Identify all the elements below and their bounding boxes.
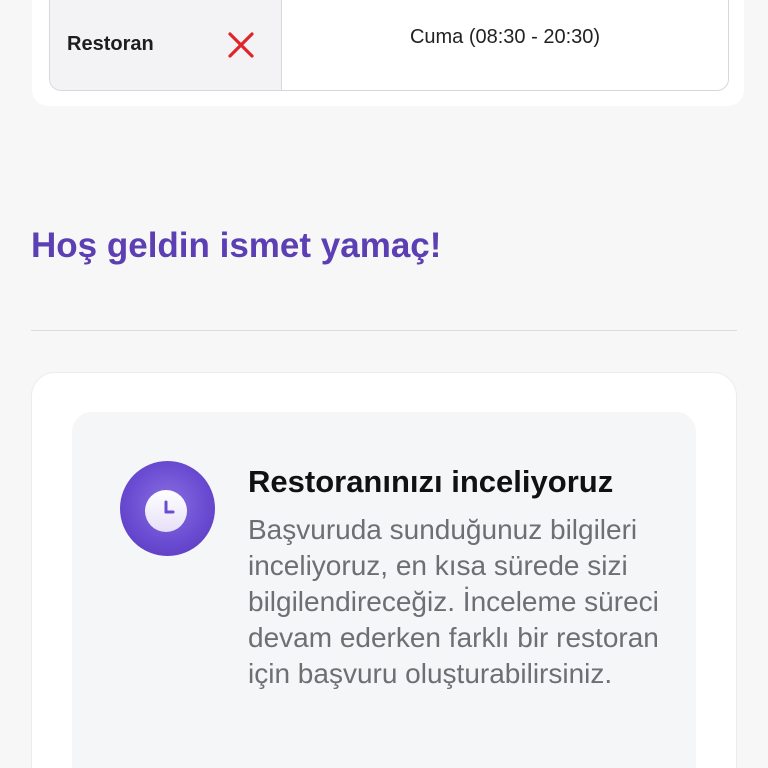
hours-value: Cuma (08:30 - 20:30) bbox=[409, 26, 601, 48]
page: Restoran Cuma (08:30 - 20:30) Hoş geldin… bbox=[0, 0, 768, 768]
clock-badge bbox=[120, 461, 215, 556]
hours-label-cell: Restoran bbox=[50, 0, 282, 90]
review-status-title: Restoranınızı inceliyoruz bbox=[248, 464, 614, 499]
greeting-title: Hoş geldin ismet yamaç! bbox=[31, 226, 442, 265]
divider bbox=[31, 330, 737, 331]
hours-value-cell: Cuma (08:30 - 20:30) bbox=[282, 0, 728, 90]
hours-row-label: Restoran bbox=[67, 33, 154, 55]
review-status-description: Başvuruda sunduğunuz bilgileri inceliyor… bbox=[248, 514, 659, 689]
clock-icon bbox=[145, 490, 187, 532]
working-hours-table: Restoran Cuma (08:30 - 20:30) bbox=[49, 0, 729, 91]
close-icon bbox=[228, 32, 254, 58]
